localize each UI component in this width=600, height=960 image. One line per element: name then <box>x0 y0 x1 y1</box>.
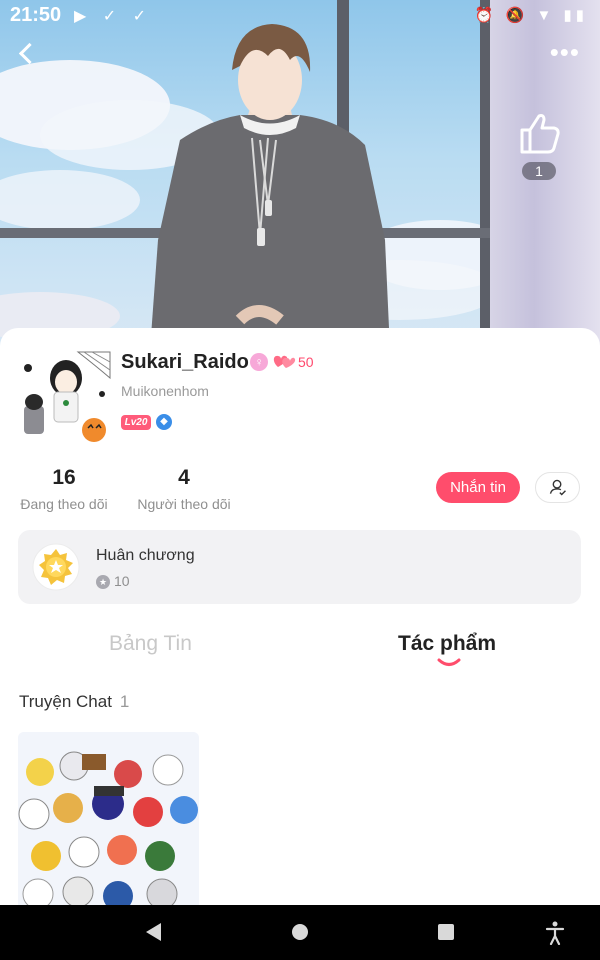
profile-cover: 21:50 ▶ ✓ ✓ ⏰ 🔕 ▼ ▮▮ ••• 1 <box>0 0 600 350</box>
like-button[interactable]: 1 <box>516 110 566 180</box>
nav-recent-icon[interactable] <box>438 924 454 940</box>
avatar-illustration <box>18 348 112 444</box>
system-navigation-bar <box>0 905 600 960</box>
following-label: Đang theo dõi <box>20 496 108 512</box>
medal-title: Huân chương <box>96 547 195 564</box>
medal-panel[interactable]: Huân chương ★ 10 <box>18 530 581 604</box>
tab-feed[interactable]: Bảng Tin <box>109 632 192 656</box>
story-cover[interactable] <box>18 732 199 910</box>
section-count: 1 <box>119 692 130 711</box>
section-title-text: Truyện Chat <box>19 692 112 711</box>
thumbs-up-icon <box>520 114 560 154</box>
followers-count: 4 <box>178 466 190 489</box>
points-count: 50 <box>298 354 314 370</box>
more-icon[interactable]: ••• <box>550 39 580 65</box>
character-illustration <box>150 24 390 350</box>
message-button[interactable]: Nhắn tin <box>436 472 520 503</box>
level-badge: Lv20 <box>121 415 151 430</box>
tab-works[interactable]: Tác phẩm <box>398 632 496 656</box>
followers-label: Người theo dõi <box>137 496 231 512</box>
medal-icon <box>32 543 80 591</box>
system-status-icons: ⏰ 🔕 ▼ ▮▮ <box>474 7 588 24</box>
nav-back-icon[interactable] <box>146 923 161 941</box>
back-icon[interactable] <box>14 42 38 66</box>
heart-icon <box>273 355 296 368</box>
following-count: 16 <box>52 466 76 489</box>
follow-user-icon <box>549 479 566 496</box>
username: Sukari_Raido <box>121 351 249 373</box>
like-count: 1 <box>522 162 556 180</box>
followers-stat[interactable]: 4 Người theo dõi <box>136 466 232 512</box>
status-time: 21:50 <box>10 4 62 26</box>
medal-count-row: ★ 10 <box>96 573 130 589</box>
notification-icons: ▶ ✓ ✓ <box>74 8 153 25</box>
active-tab-indicator <box>437 658 461 666</box>
medal-count: 10 <box>114 573 130 589</box>
story-cover-illustration <box>18 732 199 910</box>
follow-button[interactable] <box>535 472 580 503</box>
nav-home-icon[interactable] <box>292 924 308 940</box>
gender-badge: ♀ <box>250 353 268 371</box>
avatar[interactable] <box>18 348 112 444</box>
user-handle: Muikonenhom <box>121 383 209 399</box>
cloud <box>0 170 140 230</box>
following-stat[interactable]: 16 Đang theo dõi <box>18 466 110 512</box>
window-frame <box>480 0 490 350</box>
star-icon: ★ <box>96 575 110 589</box>
rank-badge: ◆ <box>156 414 172 430</box>
status-bar: 21:50 ▶ ✓ ✓ ⏰ 🔕 ▼ ▮▮ <box>0 0 600 30</box>
accessibility-icon[interactable] <box>545 921 565 945</box>
section-title: Truyện Chat 1 <box>19 692 129 712</box>
